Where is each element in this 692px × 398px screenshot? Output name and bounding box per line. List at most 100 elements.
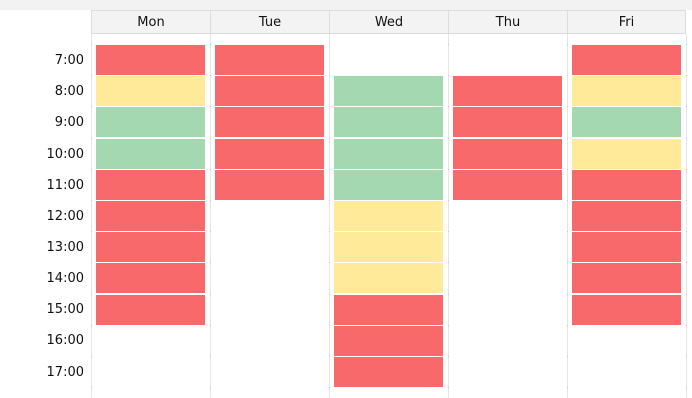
grid-dot [91,325,92,326]
time-slot-red[interactable] [453,107,562,137]
grid-dot [567,387,568,388]
time-label: 14:00 [46,271,84,286]
time-slot-red[interactable] [453,139,562,169]
grid-dot [567,231,568,232]
grid-dot [567,356,568,357]
time-slot-green[interactable] [334,76,443,106]
grid-dot [686,231,687,232]
grid-dot [448,75,449,76]
grid-dot [210,356,211,357]
grid-dot [329,169,330,170]
grid-dot [448,262,449,263]
grid-dot [686,356,687,357]
day-header-tue[interactable]: Tue [210,10,329,34]
grid-dot [448,387,449,388]
time-slot-red[interactable] [215,107,324,137]
grid-dot [448,138,449,139]
grid-dot [210,325,211,326]
time-slot-yellow[interactable] [334,232,443,262]
grid-dot [329,262,330,263]
grid-dot [210,138,211,139]
grid-dot [91,106,92,107]
time-slot-red[interactable] [334,357,443,387]
time-slot-red[interactable] [96,295,205,325]
time-slot-red[interactable] [334,326,443,356]
grid-dot [686,262,687,263]
grid-dot [210,294,211,295]
time-slot-red[interactable] [96,232,205,262]
grid-dot [91,356,92,357]
time-slot-red[interactable] [334,295,443,325]
grid-dot [448,200,449,201]
time-slot-red[interactable] [572,263,681,293]
grid-dot [567,138,568,139]
time-slot-red[interactable] [572,45,681,75]
time-slot-red[interactable] [96,201,205,231]
grid-dot [567,75,568,76]
grid-dot [210,387,211,388]
grid-dot [210,44,211,45]
time-label: 17:00 [46,365,84,380]
time-slot-red[interactable] [453,76,562,106]
time-slot-red[interactable] [96,170,205,200]
grid-dot [448,294,449,295]
time-slot-red[interactable] [215,45,324,75]
grid-dot [329,231,330,232]
grid-dot [686,44,687,45]
time-slot-red[interactable] [572,201,681,231]
time-slot-yellow[interactable] [334,201,443,231]
grid-dot [91,294,92,295]
grid-dot [686,294,687,295]
time-slot-red[interactable] [572,295,681,325]
time-label: 13:00 [46,240,84,255]
time-slot-yellow[interactable] [96,76,205,106]
time-slot-red[interactable] [572,170,681,200]
grid-dot [448,44,449,45]
column-divider [210,34,211,398]
time-slot-yellow[interactable] [572,76,681,106]
header-corner [0,10,91,34]
time-slot-red[interactable] [215,170,324,200]
time-slot-green[interactable] [96,107,205,137]
day-header-thu[interactable]: Thu [448,10,567,34]
grid-dot [210,106,211,107]
time-label: 12:00 [46,209,84,224]
time-slot-green[interactable] [334,170,443,200]
time-slot-red[interactable] [453,170,562,200]
grid-dot [91,75,92,76]
column-divider [686,34,687,398]
grid-dot [91,200,92,201]
time-slot-red[interactable] [215,139,324,169]
grid-dot [567,106,568,107]
grid-dot [567,262,568,263]
grid-dot [210,75,211,76]
grid-dot [329,75,330,76]
grid-dot [210,231,211,232]
time-slot-yellow[interactable] [572,139,681,169]
grid-dot [567,294,568,295]
day-header-mon[interactable]: Mon [91,10,210,34]
grid-dot [567,169,568,170]
grid-dot [448,325,449,326]
time-slot-green[interactable] [96,139,205,169]
time-slot-green[interactable] [334,139,443,169]
time-slot-red[interactable] [572,232,681,262]
grid-dot [448,106,449,107]
time-slot-red[interactable] [215,76,324,106]
day-header-fri[interactable]: Fri [567,10,686,34]
time-label: 11:00 [46,178,84,193]
column-divider [91,34,92,398]
time-slot-red[interactable] [96,263,205,293]
time-slot-green[interactable] [572,107,681,137]
time-slot-green[interactable] [334,107,443,137]
grid-dot [567,325,568,326]
grid-dot [686,200,687,201]
time-slot-red[interactable] [96,45,205,75]
grid-dot [91,262,92,263]
time-slot-yellow[interactable] [334,263,443,293]
day-header-wed[interactable]: Wed [329,10,448,34]
grid-dot [329,138,330,139]
grid-dot [91,138,92,139]
top-strip [0,0,692,10]
grid-dot [567,200,568,201]
